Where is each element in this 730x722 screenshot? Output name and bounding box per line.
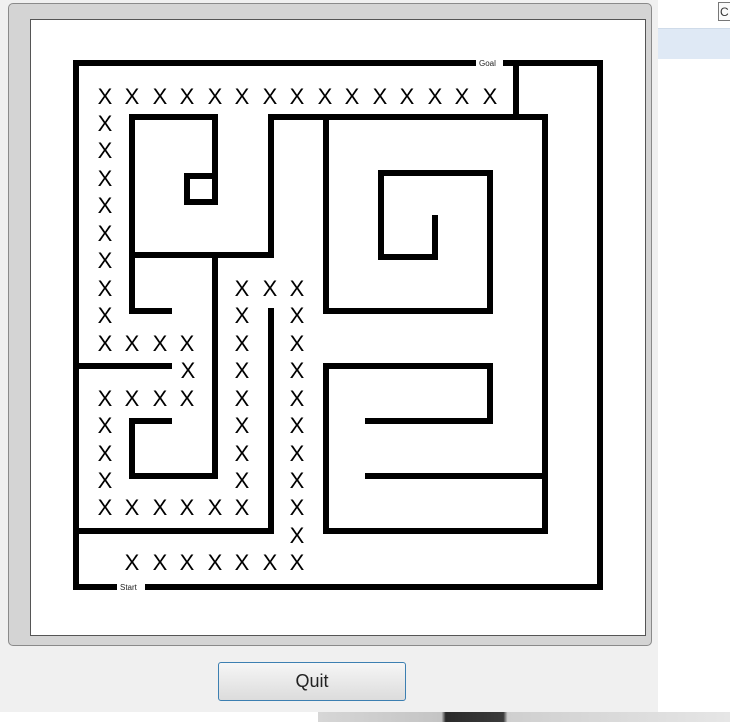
start-label: Start <box>120 583 138 592</box>
background-window-toolbar <box>658 28 730 59</box>
path-mark: X <box>98 111 113 136</box>
path-mark: X <box>153 386 168 411</box>
path-mark: X <box>180 495 195 520</box>
path-mark: X <box>235 441 250 466</box>
path-mark: X <box>400 84 415 109</box>
path-mark: X <box>180 386 195 411</box>
maze-panel: XXXXXXXXXXXXXXXXXXXXXXXXXXXXXXXXXXXXXXXX… <box>8 3 652 646</box>
path-mark: X <box>290 468 305 493</box>
path-mark: X <box>125 386 140 411</box>
path-mark: X <box>290 413 305 438</box>
path-mark: X <box>373 84 388 109</box>
path-mark: X <box>235 84 250 109</box>
path-mark: X <box>125 495 140 520</box>
path-mark: X <box>483 84 498 109</box>
path-mark: X <box>290 441 305 466</box>
path-mark: X <box>290 495 305 520</box>
path-mark: X <box>98 303 113 328</box>
path-mark: X <box>235 386 250 411</box>
path-mark: X <box>235 468 250 493</box>
background-window: C <box>658 0 730 722</box>
path-mark: X <box>235 276 250 301</box>
path-mark: X <box>263 276 278 301</box>
path-mark: X <box>98 441 113 466</box>
path-mark: X <box>125 84 140 109</box>
path-mark: X <box>98 276 113 301</box>
path-mark: X <box>290 331 305 356</box>
path-mark: X <box>290 303 305 328</box>
path-mark: X <box>208 495 223 520</box>
path-mark: X <box>290 84 305 109</box>
path-mark: X <box>98 495 113 520</box>
path-mark: X <box>181 358 196 383</box>
path-mark: X <box>98 221 113 246</box>
path-mark: X <box>290 550 305 575</box>
path-mark: X <box>180 84 195 109</box>
path-mark: X <box>235 303 250 328</box>
path-mark: X <box>290 276 305 301</box>
path-mark: X <box>235 495 250 520</box>
maze-app-window: XXXXXXXXXXXXXXXXXXXXXXXXXXXXXXXXXXXXXXXX… <box>0 0 658 712</box>
goal-label: Goal <box>479 59 496 68</box>
path-mark: X <box>98 138 113 163</box>
path-mark: X <box>98 386 113 411</box>
path-mark: X <box>153 495 168 520</box>
path-mark: X <box>235 413 250 438</box>
path-mark: X <box>263 550 278 575</box>
background-window-field: C <box>718 2 730 21</box>
path-mark: X <box>153 331 168 356</box>
path-mark: X <box>263 84 278 109</box>
path-mark: X <box>98 248 113 273</box>
maze-drawing: X X X X X X X X X X X X X X XXXXXXXXXX X X XXX X X XXXXX X X X X… <box>73 59 603 592</box>
path-marks: X X X X X X X X X X X X X X XXXXXXXXXX X X XXX X X XXXXX X X X X… <box>98 84 498 575</box>
path-mark: X <box>98 413 113 438</box>
path-mark: X <box>98 166 113 191</box>
path-mark: X <box>125 550 140 575</box>
path-mark: X <box>98 84 113 109</box>
path-mark: X <box>125 331 140 356</box>
path-mark: X <box>153 84 168 109</box>
path-mark: X <box>290 358 305 383</box>
path-mark: X <box>318 84 333 109</box>
maze-canvas: XXXXXXXXXXXXXXXXXXXXXXXXXXXXXXXXXXXXXXXX… <box>30 19 646 636</box>
path-mark: X <box>180 550 195 575</box>
path-mark: X <box>208 84 223 109</box>
path-mark: X <box>98 331 113 356</box>
path-mark: X <box>290 523 305 548</box>
path-mark: X <box>235 331 250 356</box>
path-mark: X <box>428 84 443 109</box>
path-mark: X <box>153 550 168 575</box>
background-desktop-strip <box>318 712 730 722</box>
path-mark: X <box>290 386 305 411</box>
quit-button[interactable]: Quit <box>218 662 406 701</box>
path-mark: X <box>98 468 113 493</box>
path-mark: X <box>455 84 470 109</box>
path-mark: X <box>180 331 195 356</box>
path-mark: X <box>345 84 360 109</box>
path-mark: X <box>98 193 113 218</box>
path-mark: X <box>208 550 223 575</box>
path-mark: X <box>235 358 250 383</box>
path-mark: X <box>235 550 250 575</box>
